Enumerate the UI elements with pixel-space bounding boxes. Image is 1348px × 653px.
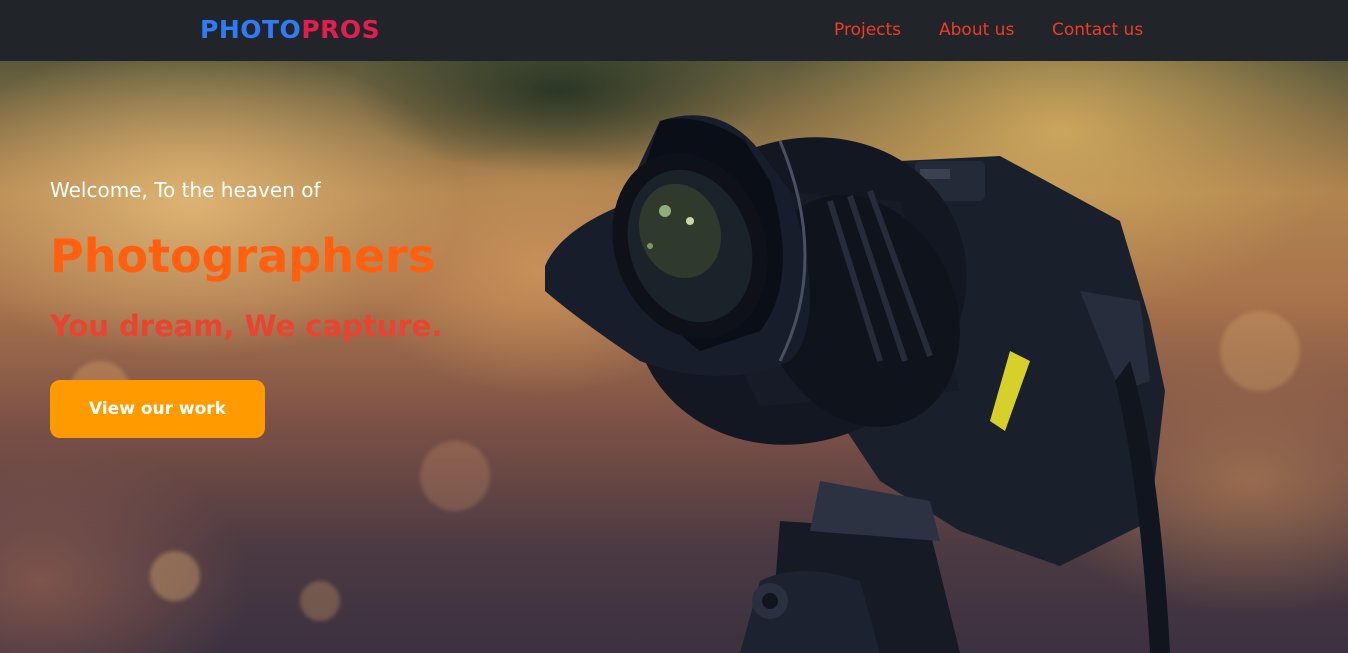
view-our-work-button[interactable]: View our work: [50, 380, 265, 438]
nav-link-projects[interactable]: Projects: [834, 18, 901, 42]
logo-photo-text: PHOTO: [200, 15, 302, 44]
logo-pros-text: PROS: [301, 15, 381, 44]
hero-tagline: You dream, We capture.: [50, 309, 443, 343]
hero-section: Welcome, To the heaven of Photographers …: [0, 61, 1348, 653]
camera-photo: [545, 115, 1170, 653]
logo[interactable]: PHOTOPROS: [200, 14, 380, 46]
navbar: PHOTOPROS Projects About us Contact us: [0, 0, 1348, 61]
nav-link-about-us[interactable]: About us: [939, 18, 1014, 42]
nav-link-contact-us[interactable]: Contact us: [1052, 18, 1143, 42]
hero-headline: Photographers: [50, 229, 436, 283]
welcome-text: Welcome, To the heaven of: [50, 178, 321, 202]
